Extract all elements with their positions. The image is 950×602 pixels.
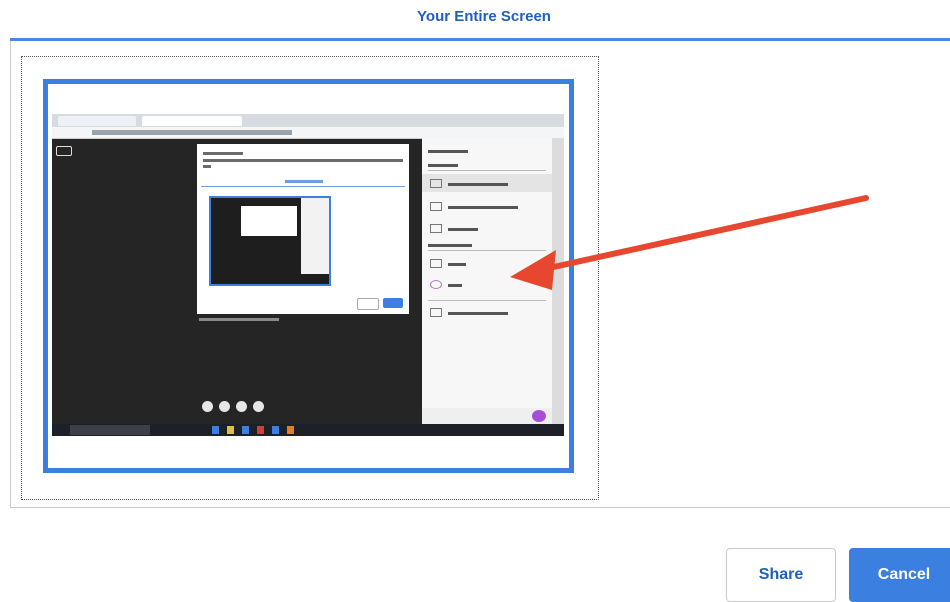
preview-panel-divider bbox=[428, 250, 546, 251]
preview-panel-line bbox=[428, 244, 472, 247]
preview-panel-line bbox=[448, 312, 508, 315]
preview-panel-line bbox=[448, 263, 466, 266]
preview-panel-line bbox=[428, 150, 468, 153]
preview-panel-icon bbox=[430, 308, 442, 317]
preview-panel-icon bbox=[430, 259, 442, 268]
preview-tab bbox=[142, 116, 242, 126]
preview-cancel-button bbox=[383, 298, 403, 308]
preview-panel-icon bbox=[430, 280, 442, 289]
preview-url bbox=[92, 130, 292, 135]
preview-panel-divider bbox=[428, 300, 546, 301]
tab-your-entire-screen[interactable]: Your Entire Screen bbox=[0, 8, 950, 25]
preview-panel-toolbar bbox=[422, 408, 552, 424]
preview-share-button bbox=[357, 298, 379, 310]
preview-taskbar-icon bbox=[227, 426, 234, 434]
preview-taskbar-icon bbox=[242, 426, 249, 434]
preview-text-line bbox=[203, 152, 243, 155]
preview-mini-thumbnail bbox=[209, 196, 331, 286]
preview-taskbar-icon bbox=[257, 426, 264, 434]
preview-tab bbox=[58, 116, 136, 126]
preview-taskbar-icon bbox=[272, 426, 279, 434]
preview-call-button bbox=[253, 401, 264, 412]
preview-mini-panel bbox=[301, 198, 329, 274]
preview-call-button bbox=[219, 401, 230, 412]
preview-text-line bbox=[203, 159, 403, 162]
preview-panel-line bbox=[448, 228, 478, 231]
preview-call-button bbox=[236, 401, 247, 412]
preview-tab-underline bbox=[201, 186, 405, 187]
preview-panel-line bbox=[428, 164, 458, 167]
cancel-button[interactable]: Cancel bbox=[849, 548, 950, 602]
preview-tab-label bbox=[285, 180, 323, 183]
preview-mini-dialog bbox=[241, 206, 297, 236]
preview-panel-divider bbox=[428, 170, 546, 171]
preview-close-icon bbox=[56, 146, 72, 156]
preview-taskbar-icon bbox=[287, 426, 294, 434]
preview-nested-dialog bbox=[197, 144, 409, 314]
preview-text-line bbox=[203, 165, 211, 168]
preview-scrollbar bbox=[552, 138, 564, 424]
preview-panel-line bbox=[448, 183, 508, 186]
screen-thumbnail-preview[interactable] bbox=[52, 114, 564, 436]
preview-panel-icon bbox=[430, 179, 442, 188]
preview-call-controls bbox=[202, 399, 272, 415]
share-button[interactable]: Share bbox=[726, 548, 836, 602]
preview-side-panel bbox=[422, 138, 552, 424]
preview-browser-tabstrip bbox=[52, 114, 564, 127]
preview-panel-icon bbox=[430, 202, 442, 211]
preview-panel-toolbar-button bbox=[532, 410, 546, 422]
preview-taskbar bbox=[52, 424, 564, 436]
preview-panel-line bbox=[448, 206, 518, 209]
preview-taskbar-search bbox=[70, 425, 150, 435]
preview-panel-icon bbox=[430, 224, 442, 233]
preview-panel-line bbox=[448, 284, 462, 287]
preview-caption bbox=[199, 318, 279, 321]
preview-taskbar-icon bbox=[212, 426, 219, 434]
preview-call-button bbox=[202, 401, 213, 412]
